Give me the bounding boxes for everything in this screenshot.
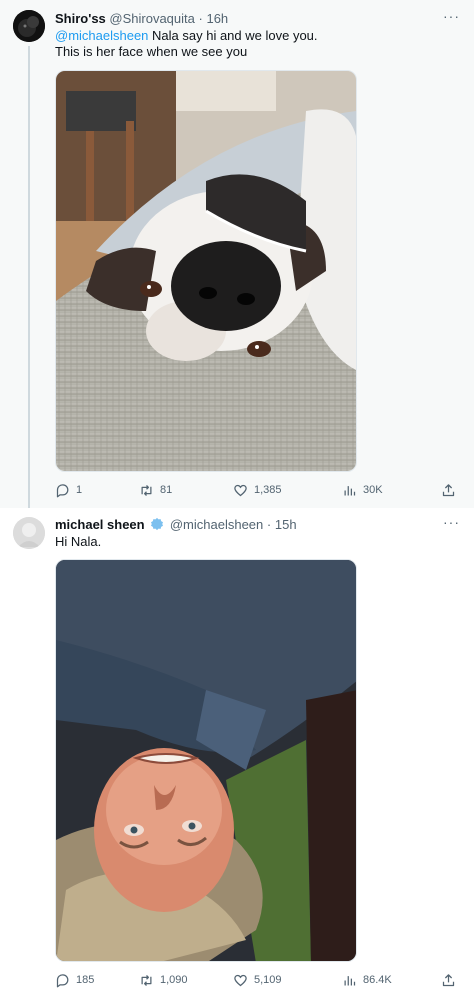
like-icon — [234, 484, 247, 496]
tweet-text: Hi Nala. — [55, 534, 102, 549]
views-button[interactable]: 86.4K — [342, 970, 392, 990]
reply-icon — [56, 483, 69, 497]
tweet-photo-selfie[interactable] — [55, 559, 357, 962]
view-count: 86.4K — [363, 974, 392, 986]
retweet-icon — [141, 484, 152, 496]
like-count: 5,109 — [254, 974, 282, 986]
tweet-text: @michaelsheen Nala say hi and we love yo… — [55, 28, 455, 60]
tweet-header: michael sheen @michaelsheen · 15h — [55, 517, 297, 533]
author-handle[interactable]: @michaelsheen — [170, 517, 263, 532]
tweet-header: Shiro'ss @Shirovaquita · 16h — [55, 11, 228, 27]
tweet-michaelsheen[interactable]: michael sheen @michaelsheen · 15h ··· Hi… — [0, 508, 474, 998]
view-count: 30K — [363, 484, 383, 496]
timestamp[interactable]: 16h — [206, 11, 228, 26]
views-icon — [344, 975, 356, 985]
retweet-button[interactable]: 81 — [139, 480, 172, 500]
tweet-shirovaquita[interactable]: Shiro'ss @Shirovaquita · 16h ··· @michae… — [0, 0, 474, 508]
avatar[interactable] — [13, 517, 45, 549]
reply-count: 185 — [76, 974, 95, 986]
like-icon — [234, 974, 247, 986]
tweet-actions: 1 81 1,385 30K — [55, 480, 460, 500]
like-button[interactable]: 1,385 — [233, 480, 282, 500]
thread-line — [28, 46, 30, 508]
tweet-text-line1: Nala say hi and we love you. — [148, 28, 318, 43]
views-button[interactable]: 30K — [342, 480, 383, 500]
retweet-button[interactable]: 1,090 — [139, 970, 188, 990]
share-icon — [442, 973, 455, 986]
more-icon[interactable]: ··· — [443, 514, 460, 530]
share-icon — [442, 483, 455, 496]
author-name[interactable]: Shiro'ss — [55, 11, 106, 26]
author-handle[interactable]: @Shirovaquita — [109, 11, 194, 26]
reply-count: 1 — [76, 484, 83, 496]
mention-link[interactable]: @michaelsheen — [55, 28, 148, 43]
tweet-text-line2: This is her face when we see you — [55, 44, 248, 59]
reply-button[interactable]: 1 — [55, 480, 82, 500]
reply-button[interactable]: 185 — [55, 970, 94, 990]
separator: · — [266, 517, 272, 532]
verified-icon — [151, 517, 164, 531]
avatar[interactable] — [13, 10, 45, 42]
reply-icon — [56, 973, 69, 987]
share-button[interactable] — [441, 970, 456, 990]
like-count: 1,385 — [254, 484, 282, 496]
like-button[interactable]: 5,109 — [233, 970, 282, 990]
share-button[interactable] — [441, 480, 456, 500]
retweet-count: 81 — [160, 484, 173, 496]
tweet-actions: 185 1,090 5,109 86.4K — [55, 970, 460, 990]
more-icon[interactable]: ··· — [443, 8, 460, 24]
tweet-photo-dog[interactable] — [55, 70, 357, 472]
retweet-icon — [141, 974, 152, 986]
retweet-count: 1,090 — [160, 974, 188, 986]
author-name[interactable]: michael sheen — [55, 517, 145, 532]
views-icon — [344, 485, 356, 495]
timestamp[interactable]: 15h — [275, 517, 297, 532]
separator: · — [198, 11, 203, 26]
